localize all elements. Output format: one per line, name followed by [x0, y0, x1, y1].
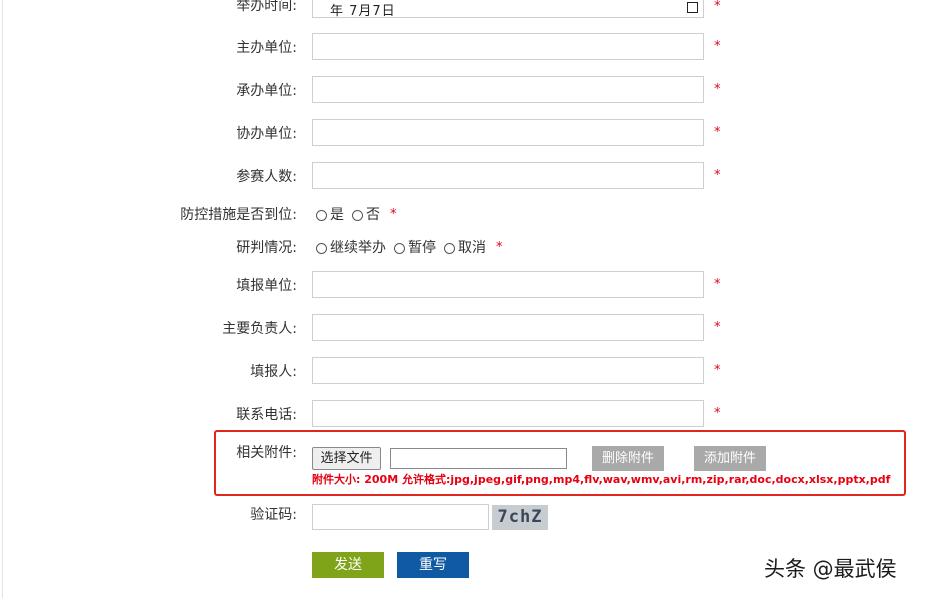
judgment-option-continue-label: 继续举办 — [330, 240, 386, 256]
calendar-icon[interactable] — [687, 2, 698, 13]
reset-button[interactable]: 重写 — [397, 552, 469, 578]
date-value: 年 7月7日 — [330, 4, 396, 19]
judgment-option-pause[interactable]: 暂停 — [394, 239, 436, 257]
judgment-option-pause-label: 暂停 — [408, 240, 436, 256]
watermark-text: 头条 @最武侯 — [764, 557, 897, 581]
undertaker-input[interactable] — [312, 76, 704, 103]
undertaker-required: * — [714, 82, 721, 97]
attachment-note: 附件大小: 200M 允许格式:jpg,jpeg,gif,png,mp4,flv… — [312, 473, 891, 486]
delete-attachment-button[interactable]: 删除附件 — [592, 446, 664, 471]
judgment-required: * — [496, 240, 503, 255]
radio-continue-icon[interactable] — [316, 242, 327, 254]
co-organizer-input[interactable] — [312, 119, 704, 146]
co-organizer-label: 协办单位: — [236, 126, 297, 142]
attachment-label: 相关附件: — [236, 445, 297, 461]
reporter-label: 填报人: — [250, 364, 297, 380]
add-attachment-button[interactable]: 添加附件 — [694, 446, 766, 471]
choose-file-button[interactable]: 选择文件 — [312, 447, 381, 470]
phone-label: 联系电话: — [236, 407, 297, 423]
reporting-unit-label: 填报单位: — [236, 278, 297, 294]
captcha-image[interactable]: 7chZ — [492, 505, 548, 530]
principal-input[interactable] — [312, 314, 704, 341]
participants-label: 参赛人数: — [236, 169, 297, 185]
judgment-option-cancel[interactable]: 取消 — [444, 239, 486, 257]
organizer-input[interactable] — [312, 33, 704, 60]
prevention-option-no[interactable]: 否 — [352, 206, 380, 224]
send-button[interactable]: 发送 — [312, 552, 384, 578]
judgment-option-cancel-label: 取消 — [458, 240, 486, 256]
organizer-required: * — [714, 39, 721, 54]
date-required: * — [714, 0, 721, 14]
co-organizer-required: * — [714, 125, 721, 140]
prevention-label: 防控措施是否到位: — [180, 207, 297, 223]
phone-required: * — [714, 406, 721, 421]
judgment-label: 研判情况: — [236, 240, 297, 256]
radio-yes-icon[interactable] — [316, 209, 327, 221]
prevention-required: * — [390, 207, 397, 222]
radio-pause-icon[interactable] — [394, 242, 405, 254]
participants-required: * — [714, 168, 721, 183]
file-name-field[interactable] — [390, 448, 567, 469]
reporting-unit-input[interactable] — [312, 271, 704, 298]
organizer-label: 主办单位: — [236, 40, 297, 56]
radio-cancel-icon[interactable] — [444, 242, 455, 254]
principal-label: 主要负责人: — [222, 321, 297, 337]
prevention-option-yes[interactable]: 是 — [316, 206, 344, 224]
radio-no-icon[interactable] — [352, 209, 363, 221]
principal-required: * — [714, 320, 721, 335]
prevention-option-yes-label: 是 — [330, 207, 344, 223]
participants-input[interactable] — [312, 162, 704, 189]
date-label: 举办时间: — [236, 0, 297, 14]
reporter-input[interactable] — [312, 357, 704, 384]
prevention-radio-group: 是 否 * — [316, 206, 397, 224]
left-border — [2, 0, 3, 598]
reporting-unit-required: * — [714, 277, 721, 292]
prevention-option-no-label: 否 — [366, 207, 380, 223]
phone-input[interactable] — [312, 400, 704, 427]
reporter-required: * — [714, 363, 721, 378]
undertaker-label: 承办单位: — [236, 83, 297, 99]
captcha-input[interactable] — [312, 504, 489, 530]
captcha-label: 验证码: — [250, 507, 297, 523]
date-input[interactable]: 年 7月7日 — [312, 0, 704, 19]
judgment-radio-group: 继续举办 暂停 取消 * — [316, 239, 503, 257]
judgment-option-continue[interactable]: 继续举办 — [316, 239, 386, 257]
